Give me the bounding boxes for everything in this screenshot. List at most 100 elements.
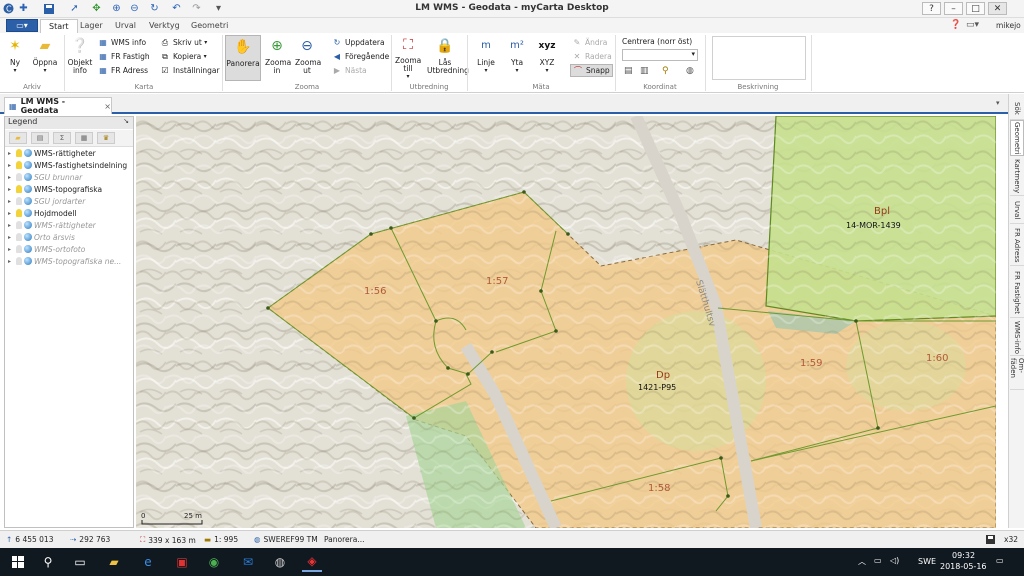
coord-globe-icon[interactable]: ◍ [686, 66, 694, 76]
app-globe-icon[interactable]: ◍ [270, 552, 290, 572]
layer-style-icon[interactable]: ♛ [97, 132, 115, 144]
legend-layer-item[interactable]: ▸ WMS-fastighetsindelning [5, 159, 133, 171]
account-menu-icon[interactable]: ▭▾ [966, 20, 979, 30]
visibility-bulb-icon[interactable] [16, 221, 22, 229]
visibility-bulb-icon[interactable] [16, 197, 22, 205]
tray-volume-icon[interactable]: ◁) [890, 556, 899, 565]
kopiera-button[interactable]: ⧉ Kopiera ▾ [160, 50, 207, 63]
uppdatera-button[interactable]: ↻ Uppdatera [332, 36, 385, 49]
installningar-button[interactable]: ☑ Inställningar [160, 64, 219, 77]
layer-properties-icon[interactable]: ▦ [75, 132, 93, 144]
legend-layer-item[interactable]: ▸ WMS-topografiska ne... [5, 255, 133, 267]
visibility-bulb-icon[interactable] [16, 245, 22, 253]
radera-button[interactable]: ✕ Radera [572, 50, 612, 63]
expand-chevron-icon[interactable]: ▸ [8, 210, 14, 217]
oppna-button[interactable]: ▰ Öppna ▾ [30, 35, 60, 81]
tray-network-icon[interactable]: ▭ [874, 556, 882, 565]
restore-button[interactable]: □ [966, 2, 985, 15]
expand-chevron-icon[interactable]: ▸ [8, 162, 14, 169]
minimize-button[interactable]: – [944, 2, 963, 15]
search-icon[interactable]: ⚲ [38, 552, 58, 572]
expand-chevron-icon[interactable]: ▸ [8, 174, 14, 181]
close-button[interactable]: ✕ [988, 2, 1007, 15]
expand-chevron-icon[interactable]: ▸ [8, 198, 14, 205]
nasta-button[interactable]: ▶ Nästa [332, 64, 367, 77]
coord-tool-2-icon[interactable]: ▥ [640, 66, 649, 76]
file-explorer-icon[interactable]: ▰ [104, 552, 124, 572]
tab-list-chevron-icon[interactable]: ▾ [996, 99, 1000, 107]
side-tab-sok[interactable]: Sök [1010, 98, 1024, 120]
expand-chevron-icon[interactable]: ▸ [8, 246, 14, 253]
centrera-dropdown[interactable]: ▾ [622, 49, 698, 61]
notification-icon[interactable]: ▭ [996, 556, 1004, 565]
side-tab-urval[interactable]: Urval [1010, 198, 1024, 224]
beskrivning-box[interactable] [712, 36, 806, 80]
legend-layer-item[interactable]: ▸ Orto ärsvis [5, 231, 133, 243]
tab-verktyg[interactable]: Verktyg [141, 19, 188, 33]
visibility-bulb-icon[interactable] [16, 257, 22, 265]
yta-button[interactable]: m² Yta ▾ [503, 35, 531, 81]
legend-layer-item[interactable]: ▸ SGU brunnar [5, 171, 133, 183]
edge-browser-icon[interactable]: e [138, 552, 158, 572]
help-circle-icon[interactable]: ❓ [950, 20, 961, 30]
language-indicator[interactable]: SWE [918, 557, 936, 566]
tray-chevron-icon[interactable]: ︿ [858, 556, 866, 567]
xyz-button[interactable]: xyz XYZ ▾ [533, 35, 561, 81]
wms-info-button[interactable]: ▦ WMS info [98, 36, 146, 49]
document-tab[interactable]: ▦ LM WMS - Geodata × [4, 97, 112, 115]
app-menu-button[interactable]: ▭▾ [6, 19, 38, 32]
las-utbredning-button[interactable]: 🔒 Lås Utbredning [426, 35, 469, 81]
tab-lager[interactable]: Lager [72, 19, 111, 33]
side-tab-kartmeny[interactable]: Kartmeny [1010, 158, 1024, 196]
tab-urval[interactable]: Urval [107, 19, 144, 33]
side-tab-wms-info[interactable]: WMS-info [1010, 320, 1024, 356]
zooma-ut-button[interactable]: ⊖ Zooma ut [294, 35, 321, 81]
panorera-button[interactable]: ✋ Panorera [225, 35, 261, 81]
ny-button[interactable]: ✶ Ny ▾ [2, 35, 28, 81]
coord-pin-icon[interactable]: ⚲ [662, 66, 669, 76]
document-tab-close-icon[interactable]: × [104, 102, 111, 111]
help-button[interactable]: ? [922, 2, 941, 15]
windows-start-icon[interactable] [8, 552, 28, 572]
side-tab-geometri[interactable]: Geometri [1010, 120, 1024, 156]
expand-chevron-icon[interactable]: ▸ [8, 186, 14, 193]
andra-button[interactable]: ✎ Ändra [572, 36, 608, 49]
side-tab-fr-adress[interactable]: FR Adress [1010, 226, 1024, 266]
expand-chevron-icon[interactable]: ▸ [8, 222, 14, 229]
fr-adress-button[interactable]: ▦ FR Adress [98, 64, 148, 77]
fr-fastigh-button[interactable]: ▦ FR Fastigh [98, 50, 149, 63]
visibility-bulb-icon[interactable] [16, 233, 22, 241]
visibility-bulb-icon[interactable] [16, 209, 22, 217]
expand-chevron-icon[interactable]: ▸ [8, 234, 14, 241]
map-canvas[interactable]: 1:56 1:57 1:59 1:60 1:58 Dp 1421-P95 Bpl… [136, 116, 996, 528]
chrome-icon[interactable]: ◉ [204, 552, 224, 572]
legend-layer-item[interactable]: ▸ WMS-rättigheter [5, 147, 133, 159]
foregaende-button[interactable]: ◀ Föregående [332, 50, 389, 63]
coord-tool-1-icon[interactable]: ▤ [624, 66, 633, 76]
pdf-reader-icon[interactable]: ▣ [172, 552, 192, 572]
legend-layer-item[interactable]: ▸ WMS-rättigheter [5, 219, 133, 231]
zooma-in-button[interactable]: ⊕ Zooma in [264, 35, 291, 81]
sort-layers-icon[interactable]: Σ [53, 132, 71, 144]
tab-geometri[interactable]: Geometri [183, 19, 236, 33]
task-view-icon[interactable]: ▭ [70, 552, 90, 572]
side-tab-fr-fastighet[interactable]: FR Fastighet [1010, 268, 1024, 318]
side-tab-om-faden[interactable]: Om-fäden [1009, 358, 1024, 390]
legend-pin-icon[interactable]: ↘ [123, 117, 129, 125]
expand-chevron-icon[interactable]: ▸ [8, 150, 14, 157]
skriv-ut-button[interactable]: ⎙ Skriv ut ▾ [160, 36, 207, 49]
add-folder-icon[interactable]: ▰ [9, 132, 27, 144]
clock-date[interactable]: 2018-05-16 [940, 562, 987, 571]
objekt-info-button[interactable]: ❔ Objekt info [66, 35, 94, 81]
expand-chevron-icon[interactable]: ▸ [8, 258, 14, 265]
outlook-icon[interactable]: ✉ [238, 552, 258, 572]
legend-layer-item[interactable]: ▸ WMS-ortofoto [5, 243, 133, 255]
visibility-bulb-icon[interactable] [16, 149, 22, 157]
legend-layer-item[interactable]: ▸ Hojdmodell [5, 207, 133, 219]
status-save-icon[interactable] [986, 535, 995, 544]
snapp-toggle[interactable]: ⌒ Snapp [570, 64, 613, 77]
clock-time[interactable]: 09:32 [952, 551, 975, 560]
layer-group-icon[interactable]: ▤ [31, 132, 49, 144]
visibility-bulb-icon[interactable] [16, 185, 22, 193]
legend-layer-item[interactable]: ▸ WMS-topografiska [5, 183, 133, 195]
